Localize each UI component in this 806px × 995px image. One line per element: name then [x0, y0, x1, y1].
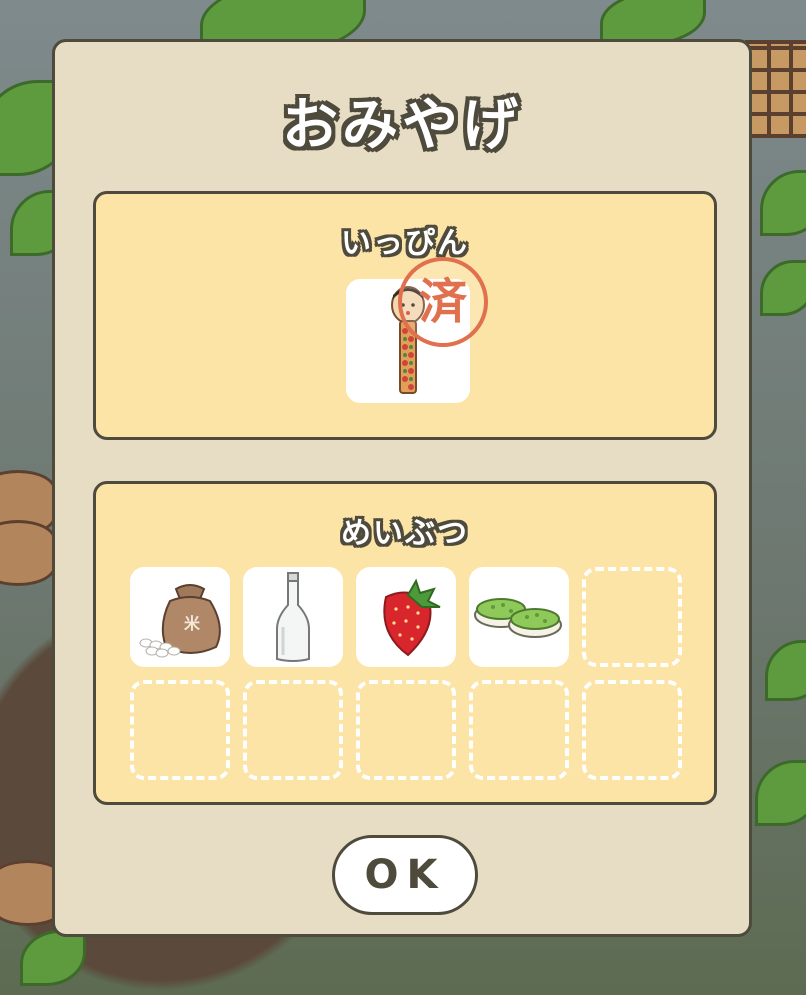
- item-slot-zunda-mochi[interactable]: [469, 567, 569, 667]
- item-slot-strawberry[interactable]: [356, 567, 456, 667]
- empty-item-slot: [469, 680, 569, 780]
- svg-text:米: 米: [184, 614, 201, 633]
- glass-bottle-icon: [276, 572, 310, 662]
- stamp-icon: 済: [398, 257, 488, 347]
- empty-item-slot: [582, 567, 682, 667]
- item-slot-rice-bag[interactable]: 米: [130, 567, 230, 667]
- specialty-panel: いっぴん 済: [93, 191, 717, 440]
- dialog-title: おみやげ: [282, 93, 522, 158]
- empty-item-slot: [582, 680, 682, 780]
- wooden-fence: [745, 40, 806, 138]
- specialty-label: いっぴん: [341, 226, 469, 261]
- souvenir-dialog: おみやげ いっぴん 済 めいぶつ 米 OK: [52, 39, 752, 937]
- zunda-mochi-icon: [474, 598, 562, 638]
- tree-stump: [0, 520, 56, 586]
- specialty-item-slot[interactable]: 済: [346, 257, 488, 403]
- empty-item-slot: [130, 680, 230, 780]
- local-goods-label: めいぶつ: [341, 516, 469, 551]
- local-goods-panel: めいぶつ 米: [93, 481, 717, 805]
- empty-item-slot: [243, 680, 343, 780]
- rice-bag-icon: 米: [139, 584, 221, 658]
- item-slot-glass-bottle[interactable]: [243, 567, 343, 667]
- empty-item-slot: [356, 680, 456, 780]
- ok-button[interactable]: OK: [332, 835, 478, 915]
- strawberry-icon: [383, 578, 441, 657]
